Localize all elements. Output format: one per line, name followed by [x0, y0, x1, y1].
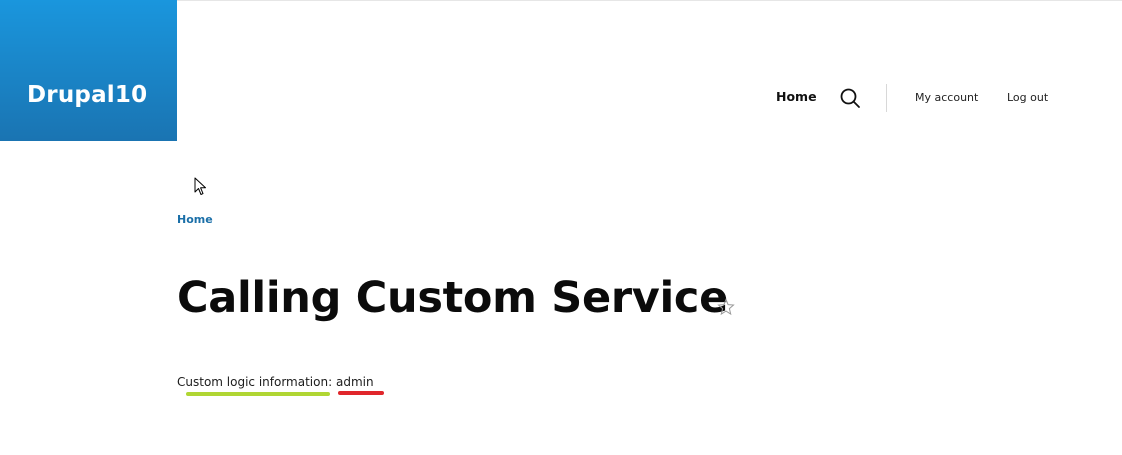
value-highlight-underline — [338, 391, 384, 395]
star-icon[interactable] — [717, 298, 735, 316]
custom-logic-label: Custom logic information: — [177, 375, 333, 389]
mouse-pointer-icon — [194, 177, 208, 197]
label-highlight-underline — [186, 392, 330, 396]
main-navigation: Home My account Log out — [0, 84, 1122, 112]
search-icon[interactable] — [839, 87, 861, 109]
site-logo-link[interactable]: Drupal10 — [0, 0, 177, 141]
breadcrumb-home[interactable]: Home — [177, 213, 213, 226]
custom-logic-text: Custom logic information: admin — [177, 375, 374, 389]
custom-logic-value: admin — [335, 375, 374, 389]
nav-item-home[interactable]: Home — [776, 89, 817, 104]
page-title: Calling Custom Service — [177, 273, 728, 323]
nav-divider — [886, 84, 887, 112]
nav-item-log-out[interactable]: Log out — [1007, 91, 1048, 104]
nav-item-my-account[interactable]: My account — [915, 91, 978, 104]
